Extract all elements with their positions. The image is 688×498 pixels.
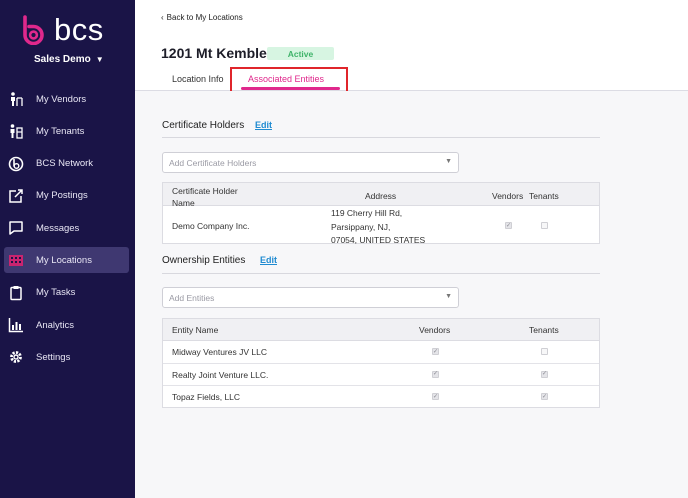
- section-divider: [162, 273, 600, 274]
- sidebar-item-label: Analytics: [36, 319, 75, 331]
- sidebar-item-vendors[interactable]: My Vendors: [4, 86, 129, 112]
- sidebar-item-label: Settings: [36, 351, 71, 363]
- entities-placeholder: Add Entities: [169, 292, 215, 303]
- sidebar-nav: My Vendors My Tenants BCS Network My Pos…: [0, 86, 135, 377]
- back-link[interactable]: ‹ Back to My Locations: [161, 13, 243, 22]
- address-line: 07054, UNITED STATES: [331, 235, 426, 245]
- sidebar-item-label: Messages: [36, 222, 80, 234]
- holder-name: Demo Company Inc.: [172, 221, 250, 231]
- page-title: 1201 Mt Kemble: [161, 45, 267, 61]
- sidebar-item-tenants[interactable]: My Tenants: [4, 118, 129, 144]
- status-badge: Active: [267, 47, 334, 60]
- section-divider: [162, 137, 600, 138]
- vendors-checkbox[interactable]: ✓: [432, 393, 439, 400]
- ownership-entities-edit-link[interactable]: Edit: [260, 255, 277, 265]
- postings-icon: [8, 188, 24, 204]
- tab-location-info[interactable]: Location Info: [172, 74, 224, 84]
- bcs-logo-icon: [23, 14, 44, 45]
- sidebar-item-label: My Tasks: [36, 287, 76, 299]
- column-header-tenants: Tenants: [529, 191, 559, 201]
- entity-name: Topaz Fields, LLC: [172, 392, 241, 402]
- entity-name: Midway Ventures JV LLC: [172, 347, 267, 357]
- tenants-checkbox[interactable]: ✓: [541, 393, 548, 400]
- certificate-holders-select[interactable]: Add Certificate Holders ▼: [162, 152, 459, 173]
- sidebar-item-label: My Vendors: [36, 93, 87, 105]
- tenants-checkbox[interactable]: ✓: [541, 370, 548, 378]
- account-name: Sales Demo: [34, 54, 91, 65]
- certificate-holders-placeholder: Add Certificate Holders: [169, 157, 257, 168]
- logo-text: bcs: [54, 12, 104, 47]
- sidebar-item-messages[interactable]: Messages: [4, 215, 129, 241]
- table-row: Topaz Fields, LLC ✓ ✓: [163, 386, 599, 408]
- entity-name: Realty Joint Venture LLC.: [172, 369, 269, 380]
- table-header: Entity Name Vendors Tenants: [163, 319, 599, 341]
- account-switcher[interactable]: Sales Demo ▼: [34, 54, 104, 65]
- ownership-entities-title: Ownership Entities: [162, 255, 246, 266]
- content-area: Certificate Holders Edit Add Certificate…: [135, 91, 688, 498]
- caret-down-icon: ▼: [95, 55, 104, 64]
- sidebar-item-tasks[interactable]: My Tasks: [4, 280, 129, 306]
- address-line: Parsippany, NJ,: [331, 221, 391, 232]
- chevron-down-icon: ▼: [445, 158, 452, 165]
- vendors-icon: [8, 91, 24, 107]
- certificate-holders-title: Certificate Holders: [162, 120, 245, 131]
- analytics-icon: [8, 317, 24, 333]
- vendors-checkbox[interactable]: ✓: [432, 370, 439, 378]
- chevron-down-icon: ▼: [445, 293, 452, 300]
- table-row: Realty Joint Venture LLC. ✓ ✓: [163, 364, 599, 386]
- sidebar-item-bcs-network[interactable]: BCS Network: [4, 151, 129, 177]
- address-line: 119 Cherry Hill Rd,: [331, 208, 403, 218]
- column-header-vendors: Vendors: [419, 325, 451, 335]
- sidebar-item-label: My Postings: [36, 190, 88, 202]
- column-header-address: Address: [365, 191, 397, 201]
- certificate-holders-table: Certificate Holder Name Address Vendors …: [162, 182, 600, 245]
- bcs-logo[interactable]: bcs: [20, 14, 104, 45]
- sidebar-item-analytics[interactable]: Analytics: [4, 312, 129, 338]
- column-header-tenants: Tenants: [529, 325, 559, 335]
- sidebar: bcs Sales Demo ▼ My Vendors My Tenants B…: [0, 0, 135, 498]
- location-header: ‹ Back to My Locations 1201 Mt Kemble Ac…: [135, 0, 688, 100]
- sidebar-item-label: My Locations: [36, 254, 92, 266]
- sidebar-item-locations[interactable]: My Locations: [4, 247, 129, 274]
- chevron-left-icon: ‹: [161, 13, 164, 22]
- column-header-entity-name: Entity Name: [172, 325, 219, 335]
- vendors-checkbox[interactable]: ✓: [505, 222, 512, 229]
- sidebar-item-postings[interactable]: My Postings: [4, 183, 129, 209]
- column-header-vendors: Vendors: [492, 191, 524, 201]
- back-link-label: Back to My Locations: [166, 13, 243, 22]
- tenants-checkbox[interactable]: ✓: [541, 348, 548, 355]
- ownership-entities-table: Entity Name Vendors Tenants Midway Ventu…: [162, 318, 600, 408]
- tasks-icon: [8, 285, 24, 301]
- certificate-holders-edit-link[interactable]: Edit: [255, 120, 272, 130]
- holder-address: 119 Cherry Hill Rd, Parsippany, NJ, 0705…: [331, 207, 425, 248]
- network-icon: [8, 156, 24, 172]
- tenants-checkbox[interactable]: ✓: [541, 222, 548, 229]
- messages-icon: [8, 220, 24, 236]
- vendors-checkbox[interactable]: ✓: [432, 348, 439, 355]
- sidebar-item-label: My Tenants: [36, 125, 85, 137]
- tenants-icon: [8, 123, 24, 139]
- main-panel: ‹ Back to My Locations 1201 Mt Kemble Ac…: [135, 0, 688, 498]
- table-header: Certificate Holder Name Address Vendors …: [163, 183, 599, 208]
- table-row: Demo Company Inc. 119 Cherry Hill Rd, Pa…: [163, 206, 599, 245]
- entities-select[interactable]: Add Entities ▼: [162, 287, 459, 308]
- sidebar-item-settings[interactable]: Settings: [4, 344, 129, 370]
- table-row: Midway Ventures JV LLC ✓ ✓: [163, 341, 599, 364]
- settings-icon: [8, 349, 24, 365]
- sidebar-item-label: BCS Network: [36, 158, 94, 170]
- locations-icon: [8, 252, 24, 268]
